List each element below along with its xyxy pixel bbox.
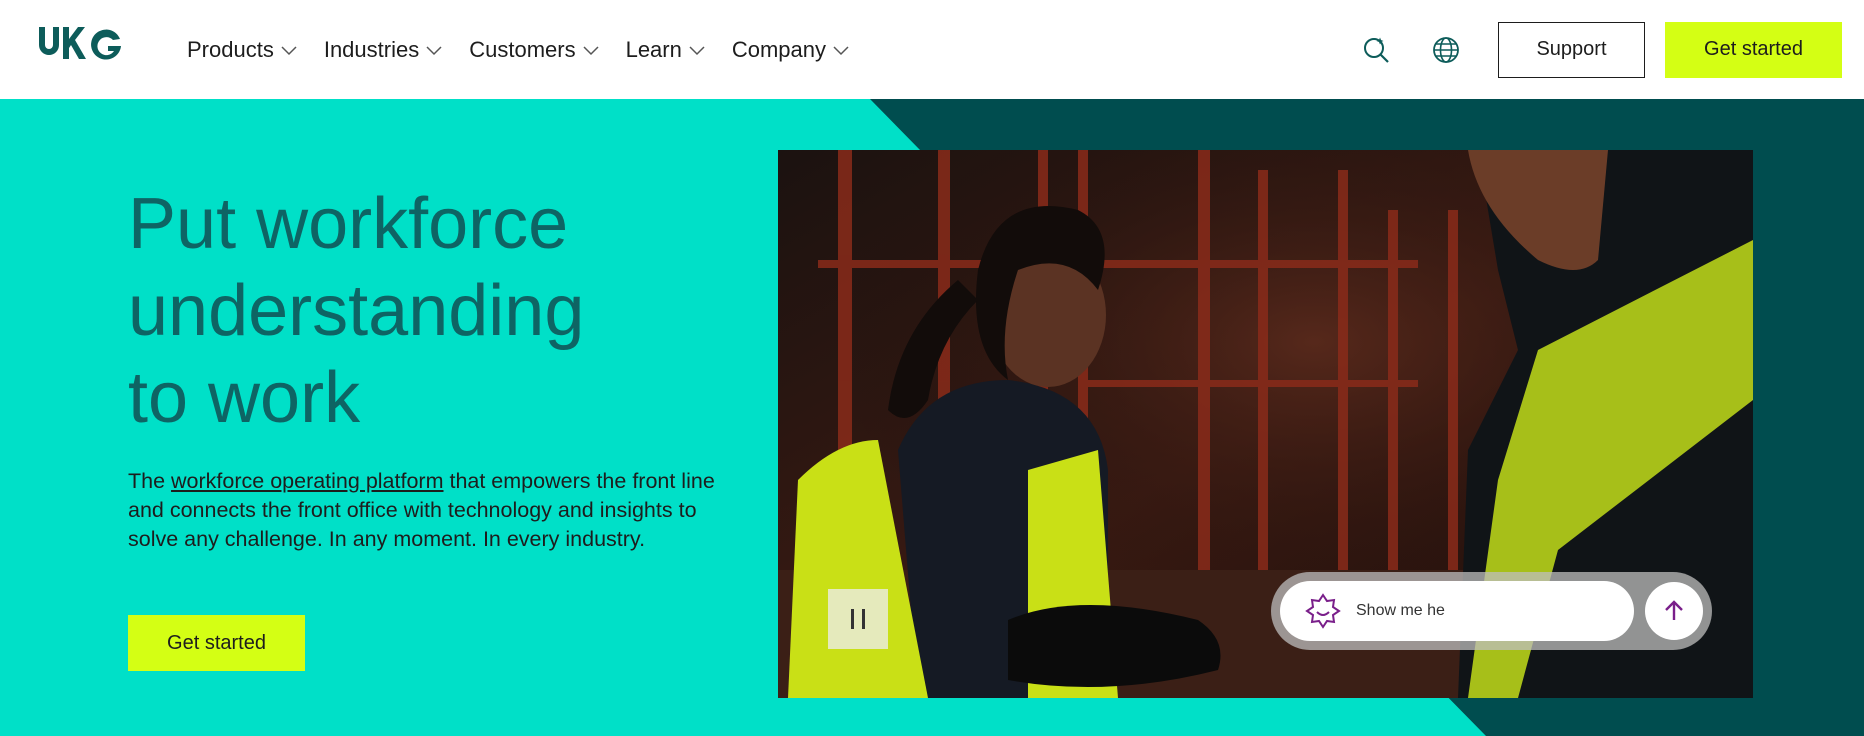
nav-learn-label: Learn: [625, 36, 682, 62]
ai-chat-widget: Show me he: [1271, 572, 1712, 650]
header-actions: Support Get started: [1354, 0, 1842, 99]
pause-icon: [851, 609, 854, 629]
ukg-logo[interactable]: [38, 26, 122, 60]
search-icon: [1364, 37, 1389, 63]
nav-industries-label: Industries: [323, 36, 420, 62]
pause-icon-bar: [862, 609, 865, 629]
sparkle-face-icon: [1304, 592, 1342, 630]
chevron-down-icon: [281, 45, 297, 55]
chat-send-button[interactable]: [1645, 582, 1703, 640]
language-button[interactable]: [1424, 28, 1468, 72]
chevron-down-icon: [833, 45, 849, 55]
nav-company[interactable]: Company: [732, 37, 850, 63]
pause-button[interactable]: [828, 589, 888, 649]
hero-title-line-3: to work: [128, 358, 361, 438]
nav-learn[interactable]: Learn: [626, 37, 706, 63]
hero-description: The workforce operating platform that em…: [128, 467, 718, 554]
chat-input[interactable]: Show me he: [1280, 581, 1634, 641]
hero-title-line-1: Put workforce: [128, 184, 569, 264]
hero-get-started-button[interactable]: Get started: [128, 615, 305, 671]
hero-desc-before: The: [128, 469, 172, 493]
search-button[interactable]: [1354, 28, 1398, 72]
hero-section: Put workforce understanding to work The …: [0, 99, 1864, 736]
globe-icon: [1433, 36, 1459, 63]
hero-title: Put workforce understanding to work: [128, 181, 748, 442]
nav-products-label: Products: [187, 36, 274, 62]
main-nav: Products Industries Customers Learn Comp…: [187, 0, 876, 99]
site-header: Products Industries Customers Learn Comp…: [0, 0, 1864, 99]
nav-company-label: Company: [731, 36, 827, 62]
ukg-logo-icon: [39, 27, 121, 60]
hero-title-line-2: understanding: [128, 271, 585, 351]
arrow-up-icon: [1665, 600, 1683, 620]
support-button[interactable]: Support: [1498, 21, 1645, 78]
workforce-platform-link[interactable]: workforce operating platform: [171, 469, 443, 493]
get-started-button[interactable]: Get started: [1665, 21, 1842, 78]
chevron-down-icon: [583, 45, 599, 55]
chevron-down-icon: [426, 45, 442, 55]
hero-video[interactable]: Show me he: [778, 150, 1753, 698]
chat-input-text: Show me he: [1356, 602, 1445, 619]
nav-customers-label: Customers: [469, 36, 576, 62]
nav-customers[interactable]: Customers: [469, 37, 599, 63]
nav-products[interactable]: Products: [187, 37, 298, 63]
nav-industries[interactable]: Industries: [324, 37, 443, 63]
chevron-down-icon: [689, 45, 705, 55]
